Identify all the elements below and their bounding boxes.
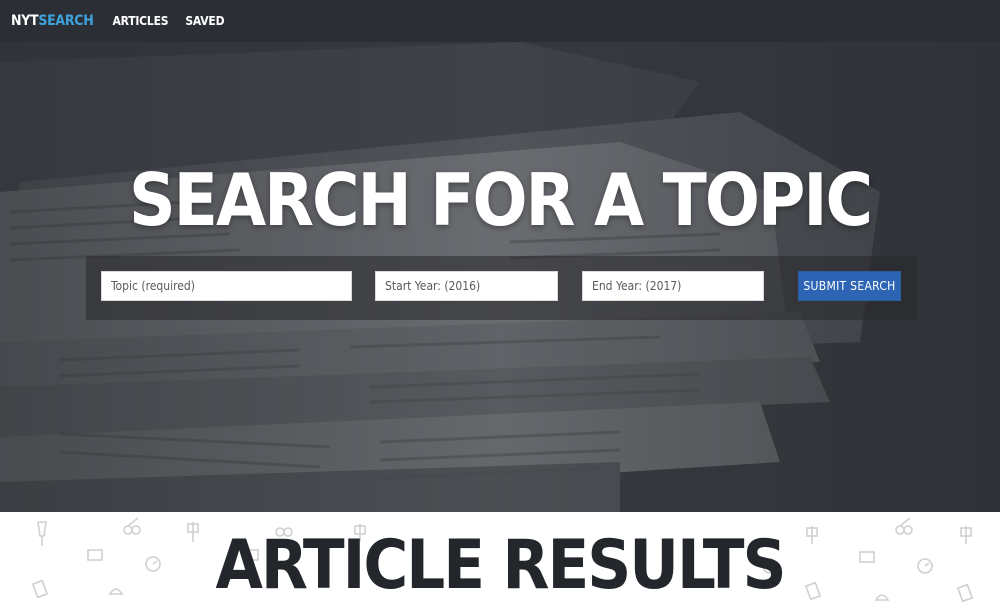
brand-text-primary: NYT: [11, 13, 39, 29]
brand-text-accent: SEARCH: [38, 13, 94, 29]
hero-title: SEARCH FOR A TOPIC: [129, 158, 873, 242]
nav-link-saved[interactable]: SAVED: [185, 14, 224, 28]
article-results-title: ARTICLE RESULTS: [215, 526, 786, 605]
end-year-input[interactable]: [582, 271, 764, 301]
navbar: NYTSEARCH ARTICLES SAVED: [0, 0, 1000, 42]
submit-search-button[interactable]: SUBMIT SEARCH: [798, 271, 901, 301]
topic-input[interactable]: [101, 271, 352, 301]
article-results-section: ARTICLE RESULTS: [0, 512, 1000, 611]
start-year-input[interactable]: [375, 271, 558, 301]
brand-logo[interactable]: NYTSEARCH: [11, 13, 94, 29]
nav-link-articles[interactable]: ARTICLES: [112, 14, 168, 28]
hero-section: SEARCH FOR A TOPIC SUBMIT SEARCH: [0, 42, 1000, 512]
